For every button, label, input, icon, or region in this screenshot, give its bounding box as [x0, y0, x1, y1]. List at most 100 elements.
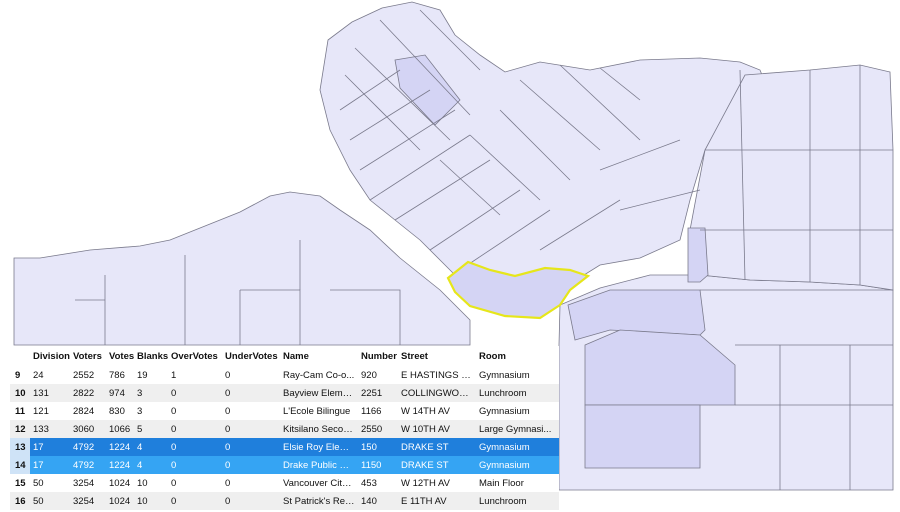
cell-undervotes[interactable]: 0: [222, 420, 280, 438]
cell-undervotes[interactable]: 0: [222, 384, 280, 402]
cell-room[interactable]: Gymnasium: [476, 456, 559, 474]
cell-overvotes[interactable]: 0: [168, 474, 222, 492]
cell-room[interactable]: Gymnasium: [476, 402, 559, 420]
cell-votes[interactable]: 974: [106, 384, 134, 402]
cell-voters[interactable]: 3254: [70, 474, 106, 492]
cell-division[interactable]: 50: [30, 474, 70, 492]
cell-number[interactable]: 2550: [358, 420, 398, 438]
cell-undervotes[interactable]: 0: [222, 474, 280, 492]
cell-street[interactable]: W 12TH AV: [398, 474, 476, 492]
cell-number[interactable]: 150: [358, 438, 398, 456]
cell-overvotes[interactable]: 0: [168, 420, 222, 438]
cell-voters[interactable]: 4792: [70, 438, 106, 456]
cell-blanks[interactable]: 4: [134, 456, 168, 474]
cell-overvotes[interactable]: 1: [168, 366, 222, 384]
cell-room[interactable]: Gymnasium: [476, 438, 559, 456]
table-row[interactable]: 12 133 3060 1066 5 0 0 Kitsilano Secon... 2550 W …: [10, 420, 559, 438]
cell-name[interactable]: Bayview Eleme...: [280, 384, 358, 402]
cell-voters[interactable]: 3060: [70, 420, 106, 438]
cell-street[interactable]: E 11TH AV: [398, 492, 476, 510]
cell-undervotes[interactable]: 0: [222, 366, 280, 384]
cell-street[interactable]: COLLINGWOO...: [398, 384, 476, 402]
cell-name[interactable]: Drake Public Sc...: [280, 456, 358, 474]
cell-number[interactable]: 920: [358, 366, 398, 384]
cell-overvotes[interactable]: 0: [168, 456, 222, 474]
cell-undervotes[interactable]: 0: [222, 402, 280, 420]
cell-votes[interactable]: 830: [106, 402, 134, 420]
table-row[interactable]: 15 50 3254 1024 10 0 0 Vancouver City ... 453 W 1…: [10, 474, 559, 492]
cell-street[interactable]: W 10TH AV: [398, 420, 476, 438]
column-header-street[interactable]: Street: [398, 346, 476, 366]
cell-division[interactable]: 131: [30, 384, 70, 402]
cell-undervotes[interactable]: 0: [222, 438, 280, 456]
cell-voters[interactable]: 3254: [70, 492, 106, 510]
cell-division[interactable]: 17: [30, 456, 70, 474]
cell-blanks[interactable]: 5: [134, 420, 168, 438]
cell-votes[interactable]: 1024: [106, 492, 134, 510]
cell-voters[interactable]: 2552: [70, 366, 106, 384]
cell-overvotes[interactable]: 0: [168, 492, 222, 510]
row-header[interactable]: 9: [10, 366, 30, 384]
map-polygon-highlight-east-strip[interactable]: [687, 227, 709, 283]
cell-room[interactable]: Lunchroom: [476, 384, 559, 402]
cell-division[interactable]: 133: [30, 420, 70, 438]
cell-street[interactable]: DRAKE ST: [398, 438, 476, 456]
cell-voters[interactable]: 2822: [70, 384, 106, 402]
row-header[interactable]: 11: [10, 402, 30, 420]
cell-votes[interactable]: 786: [106, 366, 134, 384]
cell-votes[interactable]: 1224: [106, 438, 134, 456]
cell-votes[interactable]: 1224: [106, 456, 134, 474]
row-header[interactable]: 10: [10, 384, 30, 402]
table-row[interactable]: 10 131 2822 974 3 0 0 Bayview Eleme... 2251 COLLI…: [10, 384, 559, 402]
cell-division[interactable]: 24: [30, 366, 70, 384]
table-row[interactable]: 9 24 2552 786 19 1 0 Ray-Cam Co-o... 920 E HASTIN…: [10, 366, 559, 384]
column-header-overvotes[interactable]: OverVotes: [168, 346, 222, 366]
cell-division[interactable]: 50: [30, 492, 70, 510]
cell-voters[interactable]: 2824: [70, 402, 106, 420]
cell-name[interactable]: Kitsilano Secon...: [280, 420, 358, 438]
cell-room[interactable]: Gymnasium: [476, 366, 559, 384]
column-header-undervotes[interactable]: UnderVotes: [222, 346, 280, 366]
row-header[interactable]: 14: [10, 456, 30, 474]
cell-number[interactable]: 1150: [358, 456, 398, 474]
cell-undervotes[interactable]: 0: [222, 492, 280, 510]
cell-number[interactable]: 140: [358, 492, 398, 510]
column-header-number[interactable]: Number: [358, 346, 398, 366]
cell-blanks[interactable]: 10: [134, 492, 168, 510]
column-header-votes[interactable]: Votes: [106, 346, 134, 366]
table-row[interactable]: 13 17 4792 1224 4 0 0 Elsie Roy Eleme... 150 DRAK…: [10, 438, 559, 456]
cell-room[interactable]: Large Gymnasi...: [476, 420, 559, 438]
cell-number[interactable]: 453: [358, 474, 398, 492]
table-row[interactable]: 14 17 4792 1224 4 0 0 Drake Public Sc... 1150 DRA…: [10, 456, 559, 474]
column-header-blanks[interactable]: Blanks: [134, 346, 168, 366]
cell-blanks[interactable]: 19: [134, 366, 168, 384]
column-header-division[interactable]: Division: [30, 346, 70, 366]
cell-street[interactable]: W 14TH AV: [398, 402, 476, 420]
cell-blanks[interactable]: 10: [134, 474, 168, 492]
cell-name[interactable]: Vancouver City ...: [280, 474, 358, 492]
attribute-table[interactable]: Division Voters Votes Blanks OverVotes U…: [10, 346, 559, 510]
row-header[interactable]: 13: [10, 438, 30, 456]
cell-number[interactable]: 1166: [358, 402, 398, 420]
cell-room[interactable]: Lunchroom: [476, 492, 559, 510]
table-row[interactable]: 16 50 3254 1024 10 0 0 St Patrick's Regi... 140 E…: [10, 492, 559, 510]
cell-overvotes[interactable]: 0: [168, 402, 222, 420]
cell-blanks[interactable]: 3: [134, 402, 168, 420]
column-header-room[interactable]: Room: [476, 346, 559, 366]
row-header[interactable]: 16: [10, 492, 30, 510]
map-polygon-highlight-bottom[interactable]: [584, 404, 701, 469]
row-header[interactable]: 15: [10, 474, 30, 492]
cell-street[interactable]: E HASTINGS ST: [398, 366, 476, 384]
cell-overvotes[interactable]: 0: [168, 384, 222, 402]
cell-blanks[interactable]: 4: [134, 438, 168, 456]
column-header-name[interactable]: Name: [280, 346, 358, 366]
cell-division[interactable]: 17: [30, 438, 70, 456]
row-header[interactable]: 12: [10, 420, 30, 438]
cell-name[interactable]: St Patrick's Regi...: [280, 492, 358, 510]
cell-undervotes[interactable]: 0: [222, 456, 280, 474]
cell-name[interactable]: Ray-Cam Co-o...: [280, 366, 358, 384]
column-header-voters[interactable]: Voters: [70, 346, 106, 366]
table-row[interactable]: 11 121 2824 830 3 0 0 L'Ecole Bilingue 1166 W 14T…: [10, 402, 559, 420]
cell-name[interactable]: Elsie Roy Eleme...: [280, 438, 358, 456]
cell-street[interactable]: DRAKE ST: [398, 456, 476, 474]
